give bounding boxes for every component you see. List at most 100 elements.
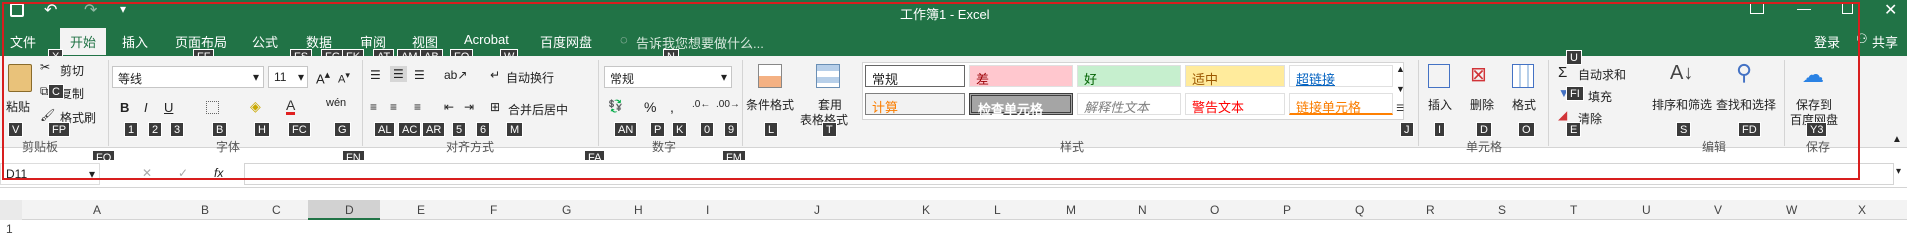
align-top-icon[interactable]: ☰ [370, 68, 381, 82]
share-button[interactable]: 共享 [1872, 32, 1898, 51]
delete-cells-button[interactable]: 删除 [1470, 96, 1494, 113]
gallery-scroll-down-icon[interactable]: ▼ [1396, 84, 1405, 94]
style-normal[interactable]: 常规 [865, 65, 965, 87]
format-cells-button[interactable]: 格式 [1512, 96, 1536, 113]
wrap-text-button[interactable]: 自动换行 [506, 69, 554, 86]
column-header[interactable]: T [1570, 203, 1577, 217]
baidu-cloud-icon[interactable]: ☁ [1802, 62, 1824, 88]
comma-icon[interactable]: , [670, 99, 674, 115]
percent-icon[interactable]: % [644, 99, 656, 115]
column-header[interactable]: U [1642, 203, 1651, 217]
sort-filter-button[interactable]: 排序和筛选 [1652, 96, 1712, 113]
underline-icon[interactable]: U [164, 100, 173, 115]
style-neutral[interactable]: 适中 [1185, 65, 1285, 87]
confirm-entry-icon[interactable]: ✓ [178, 166, 188, 180]
formula-input[interactable] [244, 163, 1894, 185]
increase-indent-icon[interactable]: ⇥ [464, 100, 474, 114]
fill-color-icon[interactable]: ◈ [250, 98, 261, 115]
ribbon-display-icon[interactable] [1750, 3, 1764, 14]
format-table-icon[interactable] [816, 64, 840, 88]
column-header[interactable]: H [634, 203, 643, 217]
find-select-button[interactable]: 查找和选择 [1716, 96, 1776, 113]
select-all-corner[interactable] [0, 200, 22, 220]
column-header[interactable]: I [706, 203, 709, 217]
insert-function-icon[interactable]: fx [214, 166, 223, 180]
column-header[interactable]: W [1786, 203, 1797, 217]
paste-button[interactable]: 粘贴 [6, 98, 30, 115]
tell-me-input[interactable]: 告诉我您想要做什么... [636, 33, 764, 52]
merge-center-button[interactable]: 合并后居中 [508, 101, 568, 118]
column-header[interactable]: Q [1355, 203, 1364, 217]
phonetic-icon[interactable]: wén [326, 97, 346, 109]
gallery-scroll-up-icon[interactable]: ▲ [1396, 64, 1405, 74]
customize-qat-icon[interactable]: ▾ [120, 2, 126, 16]
font-size-dropdown[interactable]: 11 ▾ [268, 66, 308, 88]
conditional-format-icon[interactable] [758, 64, 782, 88]
column-header[interactable]: J [814, 203, 820, 217]
column-header[interactable]: F [490, 203, 497, 217]
decrease-decimal-icon[interactable]: .00→ [716, 99, 740, 110]
tab-home[interactable]: 开始 [60, 28, 107, 55]
italic-icon[interactable]: I [144, 100, 148, 115]
cut-icon[interactable]: ✂ [40, 60, 50, 74]
name-box[interactable]: D11 ▾ [0, 163, 100, 185]
insert-cells-button[interactable]: 插入 [1428, 96, 1452, 113]
clear-icon[interactable]: ◢ [1558, 108, 1567, 122]
column-header[interactable]: X [1858, 203, 1866, 217]
column-header[interactable]: E [417, 203, 425, 217]
login-link[interactable]: 登录 [1814, 32, 1840, 51]
share-icon[interactable]: ⚇ [1856, 31, 1868, 47]
find-select-icon[interactable]: ⚲ [1736, 60, 1752, 86]
column-header[interactable]: R [1426, 203, 1435, 217]
tab-baidu[interactable]: 百度网盘 [540, 32, 592, 51]
borders-icon[interactable] [206, 101, 219, 114]
delete-cells-icon[interactable]: ⊠ [1470, 62, 1487, 87]
restore-icon[interactable] [1842, 3, 1853, 14]
save-icon[interactable] [10, 3, 24, 17]
column-header[interactable]: O [1210, 203, 1219, 217]
expand-formula-icon[interactable]: ▾ [1896, 166, 1901, 177]
clear-button[interactable]: 清除 [1578, 110, 1602, 127]
insert-cells-icon[interactable] [1428, 64, 1450, 88]
style-warning[interactable]: 警告文本 [1185, 93, 1285, 115]
font-color-icon[interactable]: A [286, 98, 296, 115]
column-header[interactable]: D [345, 203, 354, 217]
accounting-icon[interactable]: 💱 [608, 99, 623, 113]
autosum-button[interactable]: 自动求和 [1578, 66, 1626, 83]
style-linked-cell[interactable]: 链接单元格 [1289, 93, 1393, 115]
tab-file[interactable]: 文件 [10, 32, 36, 51]
cancel-entry-icon[interactable]: ✕ [142, 166, 152, 180]
number-format-dropdown[interactable]: 常规 ▾ [604, 66, 732, 88]
gallery-more-icon[interactable]: ☰ [1396, 103, 1404, 114]
autosum-icon[interactable]: Σ [1558, 64, 1567, 81]
shrink-font-icon[interactable]: A▾ [338, 70, 350, 86]
column-header[interactable]: N [1138, 203, 1147, 217]
column-header[interactable]: C [272, 203, 281, 217]
align-right-icon[interactable]: ≡ [414, 100, 421, 114]
align-bottom-icon[interactable]: ☰ [414, 68, 425, 82]
tab-insert[interactable]: 插入 [122, 32, 148, 51]
style-check-cell[interactable]: 检查单元格 [969, 93, 1073, 117]
align-left-icon[interactable]: ≡ [370, 100, 377, 114]
orientation-icon[interactable]: ab↗ [444, 68, 467, 82]
wrap-text-icon[interactable]: ↵ [490, 68, 500, 82]
column-header[interactable]: S [1498, 203, 1506, 217]
format-cells-icon[interactable] [1512, 64, 1534, 88]
bold-icon[interactable]: B [120, 100, 129, 115]
align-center-icon[interactable]: ≡ [390, 100, 397, 114]
style-hyperlink[interactable]: 超链接 [1289, 65, 1393, 87]
column-header[interactable]: A [93, 203, 101, 217]
style-good[interactable]: 好 [1077, 65, 1181, 87]
style-calculation[interactable]: 计算 [865, 93, 965, 115]
tab-acrobat[interactable]: Acrobat [464, 32, 509, 47]
column-header[interactable]: K [922, 203, 930, 217]
tab-formulas[interactable]: 公式 [252, 32, 278, 51]
column-header[interactable]: V [1714, 203, 1722, 217]
format-painter-icon[interactable]: 🖌 [40, 108, 55, 122]
column-header[interactable]: M [1066, 203, 1076, 217]
close-icon[interactable]: ✕ [1884, 0, 1897, 20]
font-name-dropdown[interactable]: 等线 ▾ [112, 66, 264, 88]
style-bad[interactable]: 差 [969, 65, 1073, 87]
merge-icon[interactable]: ⊞ [490, 100, 500, 114]
grow-font-icon[interactable]: A▴ [316, 68, 330, 86]
